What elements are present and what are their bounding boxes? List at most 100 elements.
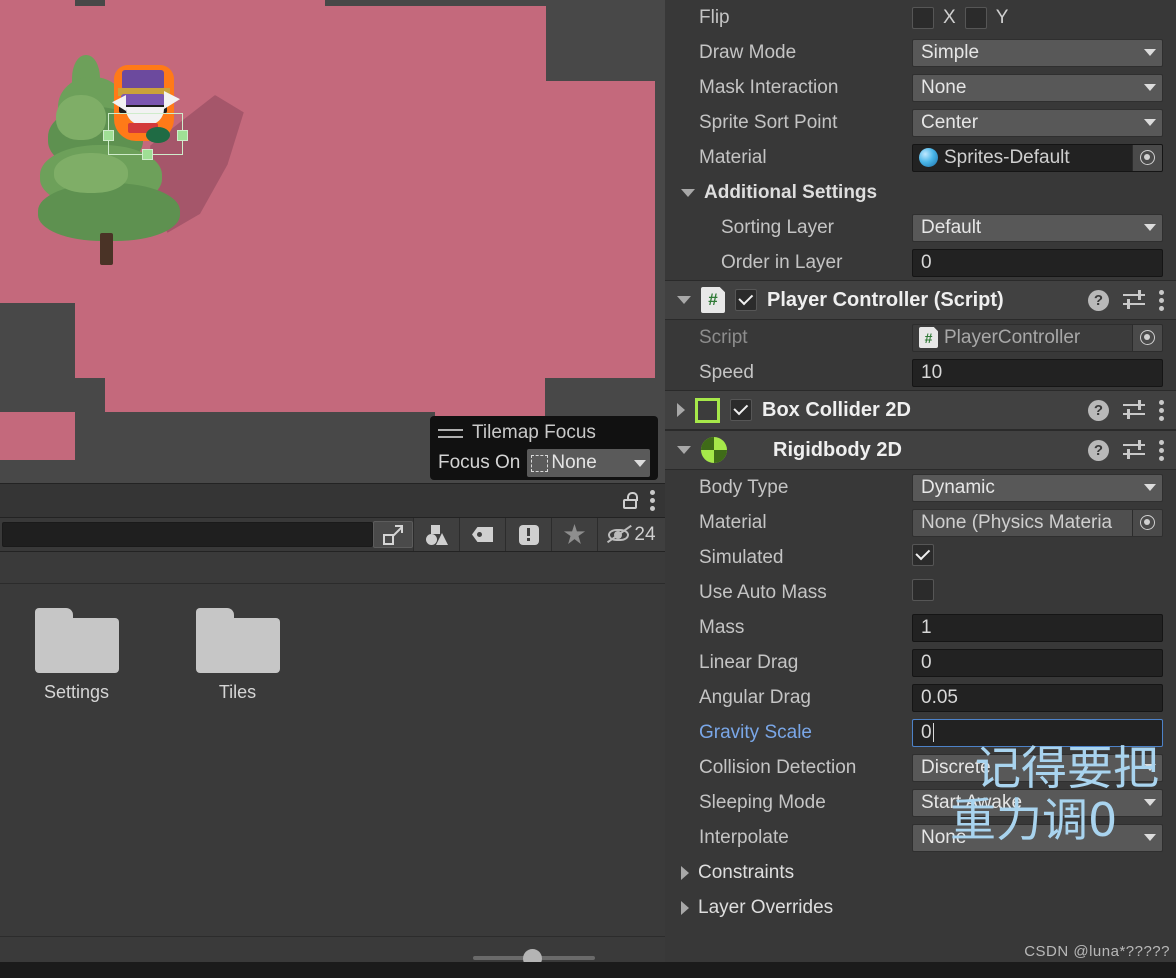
sprite-sort-point-value: Center (921, 111, 979, 133)
scene-view[interactable]: Tilemap Focus Focus On None (0, 0, 665, 483)
angular-drag-row: Angular Drag 0.05 (665, 680, 1176, 715)
collision-detection-dropdown[interactable]: Discrete (912, 753, 1163, 782)
flip-x-checkbox[interactable] (912, 6, 934, 29)
object-picker-button[interactable] (1132, 144, 1162, 171)
kebab-menu-icon[interactable] (1159, 439, 1164, 461)
mass-input[interactable]: 1 (912, 613, 1163, 642)
filter-favorites-icon[interactable] (551, 518, 597, 551)
filter-by-label-icon[interactable] (459, 518, 505, 551)
resize-handle-left[interactable] (103, 130, 114, 141)
preset-settings-icon[interactable] (1123, 400, 1145, 419)
material-sphere-icon (919, 148, 938, 167)
kebab-menu-icon[interactable] (1159, 399, 1164, 421)
help-icon[interactable]: ? (1088, 439, 1109, 461)
sleeping-mode-value: Start Awake (921, 791, 1023, 813)
sleeping-mode-dropdown[interactable]: Start Awake (912, 788, 1163, 817)
mask-interaction-dropdown[interactable]: None (912, 73, 1163, 102)
box-collider-2d-enabled-checkbox[interactable] (730, 399, 752, 421)
sorting-layer-label: Sorting Layer (721, 216, 835, 238)
sprite-material-row: Material Sprites-Default (665, 140, 1176, 175)
filter-by-type-icon[interactable] (413, 518, 459, 551)
order-in-layer-input[interactable]: 0 (912, 248, 1163, 277)
body-type-dropdown[interactable]: Dynamic (912, 473, 1163, 502)
chevron-down-icon (1144, 484, 1156, 491)
help-icon[interactable]: ? (1088, 289, 1109, 311)
rigidbody-2d-icon (701, 437, 727, 463)
interpolate-dropdown[interactable]: None (912, 823, 1163, 852)
tilemap-tile (75, 303, 655, 378)
resize-handle-bottom[interactable] (142, 149, 153, 160)
draw-mode-dropdown[interactable]: Simple (912, 38, 1163, 67)
sprite-sort-point-dropdown[interactable]: Center (912, 108, 1163, 137)
kebab-menu-icon[interactable] (650, 490, 655, 511)
simulated-label: Simulated (699, 546, 784, 568)
rb-material-value: None (Physics Materia (921, 511, 1113, 533)
project-asset-grid[interactable]: Settings Tiles (0, 584, 665, 936)
box-collider-2d-header[interactable]: Box Collider 2D ? (665, 390, 1176, 430)
dashed-square-icon (531, 454, 549, 472)
search-input[interactable] (2, 522, 373, 547)
linear-drag-label: Linear Drag (699, 651, 799, 673)
hidden-assets-count: 24 (634, 523, 656, 545)
sprite-material-object-field[interactable]: Sprites-Default (912, 143, 1163, 172)
additional-settings-foldout[interactable]: Additional Settings (665, 175, 1176, 210)
hidden-assets-toggle[interactable]: 24 (597, 518, 665, 551)
chevron-down-icon (1144, 119, 1156, 126)
rigidbody-2d-header[interactable]: Rigidbody 2D ? (665, 430, 1176, 470)
inspector-panel[interactable]: Flip X Y Draw Mode Simple Mask Interacti… (665, 0, 1176, 978)
body-type-label: Body Type (699, 476, 789, 498)
layer-overrides-label: Layer Overrides (698, 896, 834, 918)
chevron-down-icon[interactable] (677, 446, 691, 454)
project-panel[interactable]: 24 Settings Tiles (0, 483, 665, 978)
search-in-scene-icon[interactable] (373, 521, 413, 548)
use-auto-mass-label: Use Auto Mass (699, 581, 827, 603)
chevron-right-icon (681, 865, 689, 880)
focus-on-dropdown[interactable]: None (527, 449, 650, 477)
draw-mode-row: Draw Mode Simple (665, 35, 1176, 70)
unlocked-padlock-icon[interactable] (623, 492, 638, 509)
rb-material-object-field[interactable]: None (Physics Materia (912, 508, 1163, 537)
tilemap-focus-popup[interactable]: Tilemap Focus Focus On None (430, 416, 658, 480)
linear-drag-input[interactable]: 0 (912, 648, 1163, 677)
angular-drag-input[interactable]: 0.05 (912, 683, 1163, 712)
speed-row: Speed 10 (665, 355, 1176, 390)
drag-grip-icon[interactable] (438, 428, 463, 438)
flip-y-checkbox[interactable] (964, 6, 987, 29)
draw-mode-value: Simple (921, 41, 980, 63)
csharp-script-icon: # (701, 287, 725, 313)
flip-y-label: Y (995, 6, 1009, 28)
list-item[interactable]: Settings (20, 608, 133, 703)
filter-warnings-icon[interactable] (505, 518, 551, 551)
preset-settings-icon[interactable] (1123, 440, 1145, 459)
object-picker-button[interactable] (1132, 509, 1162, 536)
interpolate-label: Interpolate (699, 826, 789, 848)
project-breadcrumb (0, 552, 665, 584)
preset-settings-icon[interactable] (1123, 290, 1145, 309)
sorting-layer-dropdown[interactable]: Default (912, 213, 1163, 242)
constraints-foldout[interactable]: Constraints (665, 855, 1176, 890)
speed-label: Speed (699, 361, 754, 383)
chevron-down-icon[interactable] (677, 296, 691, 304)
project-toolbar[interactable]: 24 (0, 518, 665, 552)
kebab-menu-icon[interactable] (1159, 289, 1164, 311)
list-item[interactable]: Tiles (181, 608, 294, 703)
tilemap-tile (0, 412, 75, 460)
csharp-script-icon: # (919, 327, 938, 348)
help-icon[interactable]: ? (1088, 399, 1109, 421)
simulated-checkbox[interactable] (912, 543, 934, 566)
speed-input[interactable]: 10 (912, 358, 1163, 387)
player-controller-header[interactable]: # Player Controller (Script) ? (665, 280, 1176, 320)
layer-overrides-foldout[interactable]: Layer Overrides (665, 890, 1176, 925)
collider-bounds-box[interactable] (103, 113, 188, 160)
gravity-scale-row: Gravity Scale 0 (665, 715, 1176, 750)
gravity-scale-input[interactable]: 0 (912, 718, 1163, 747)
sprite-sort-point-label: Sprite Sort Point (699, 111, 838, 133)
object-picker-button[interactable] (1132, 324, 1162, 351)
resize-handle-right[interactable] (177, 130, 188, 141)
player-controller-enabled-checkbox[interactable] (735, 289, 757, 311)
project-tab-bar (0, 484, 665, 518)
use-auto-mass-checkbox[interactable] (912, 578, 934, 601)
script-object-field: # PlayerController (912, 323, 1163, 352)
chevron-right-icon[interactable] (677, 403, 685, 417)
interpolate-value: None (921, 826, 967, 848)
